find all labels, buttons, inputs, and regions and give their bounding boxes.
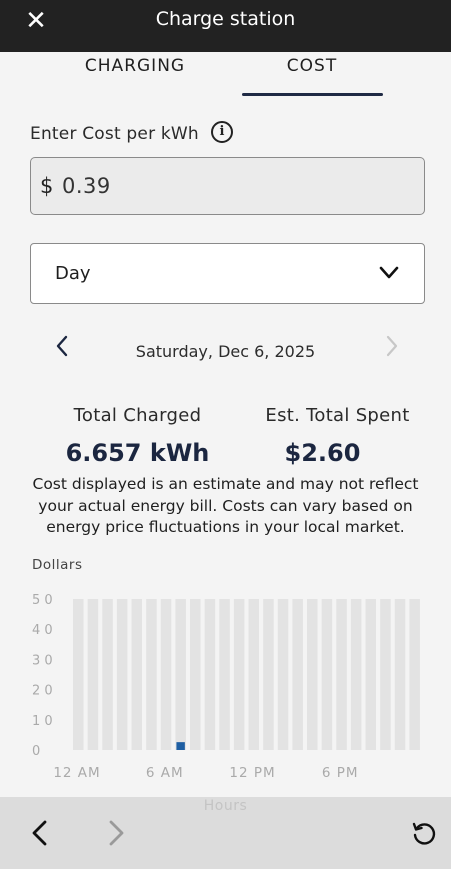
currency-prefix: $	[40, 174, 54, 198]
back-arrow-icon[interactable]	[28, 818, 52, 848]
cost-bar-chart: Dollars 0 1 0 2 0 3 0 4 0 5 0 12 AM 6 AM 12 PM 6 P…	[32, 557, 420, 781]
bar-background	[263, 599, 274, 750]
bar-background	[146, 599, 157, 750]
total-charged-value: 6.657 kWh	[65, 439, 210, 467]
period-selected-value: Day	[55, 263, 91, 284]
bar-background	[116, 599, 128, 750]
x-tick-label: 12 PM	[229, 765, 275, 781]
bar-background	[336, 599, 347, 750]
bar-background	[175, 599, 186, 750]
bar-background	[277, 599, 289, 750]
bottom-nav-bar: Hours	[0, 797, 451, 869]
active-tab-indicator	[242, 93, 383, 96]
y-tick-label: 2 0	[32, 684, 53, 699]
bar-background	[131, 599, 143, 750]
bar-background	[350, 599, 362, 750]
bar-background	[219, 599, 230, 750]
reload-icon[interactable]	[410, 820, 438, 848]
y-tick-label: 4 0	[32, 623, 53, 638]
x-tick-label: 6 AM	[146, 765, 184, 781]
bar-background	[160, 599, 172, 750]
y-tick-label: 1 0	[32, 714, 53, 729]
bar-background	[102, 599, 113, 750]
bar-value	[176, 742, 185, 750]
y-tick-label: 0	[32, 744, 40, 759]
period-dropdown[interactable]: Day	[30, 243, 425, 304]
x-axis-label: Hours	[203, 798, 248, 814]
bar-background	[204, 599, 216, 750]
cost-value: 0.39	[62, 174, 111, 198]
tab-cost[interactable]: COST	[242, 56, 382, 76]
est-total-spent-label: Est. Total Spent	[265, 405, 410, 426]
chevron-right-icon[interactable]	[382, 333, 402, 359]
y-axis-label: Dollars	[32, 557, 83, 573]
cost-disclaimer: Cost displayed is an estimate and may no…	[32, 475, 419, 536]
bar-background	[87, 599, 99, 750]
y-tick-label: 5 0	[32, 593, 53, 608]
bar-background	[248, 599, 260, 750]
date-navigator: Saturday, Dec 6, 2025	[0, 330, 451, 370]
y-tick-label: 3 0	[32, 653, 53, 668]
tab-charging[interactable]: CHARGING	[60, 56, 210, 76]
forward-arrow-icon[interactable]	[104, 818, 128, 848]
chevron-down-icon	[379, 266, 399, 279]
bar-background	[292, 599, 303, 750]
bar-background	[394, 599, 406, 750]
cost-per-kwh-label: Enter Cost per kWh	[30, 124, 199, 144]
total-charged-label: Total Charged	[73, 405, 202, 426]
bar-background	[233, 599, 245, 750]
x-tick-label: 12 AM	[53, 765, 100, 781]
bar-background	[190, 599, 201, 750]
page-title: Charge station	[155, 8, 296, 30]
bar-background	[307, 599, 318, 750]
bar-background	[380, 599, 391, 750]
cost-per-kwh-input[interactable]: $ 0.39	[30, 157, 425, 215]
x-tick-label: 6 PM	[322, 765, 359, 781]
bar-background	[409, 599, 420, 750]
bar-background	[73, 599, 84, 750]
est-total-spent-value: $2.60	[284, 439, 361, 467]
cost-chart: Dollars 0 1 0 2 0 3 0 4 0 5 0 12 AM 6 AM 12 PM 6 P…	[0, 552, 451, 802]
title-bar: ✕ Charge station	[0, 0, 451, 52]
bar-background	[321, 599, 333, 750]
info-icon[interactable]: i	[211, 121, 233, 143]
bar-background	[365, 599, 377, 750]
tab-bar: CHARGING COST	[0, 52, 451, 98]
